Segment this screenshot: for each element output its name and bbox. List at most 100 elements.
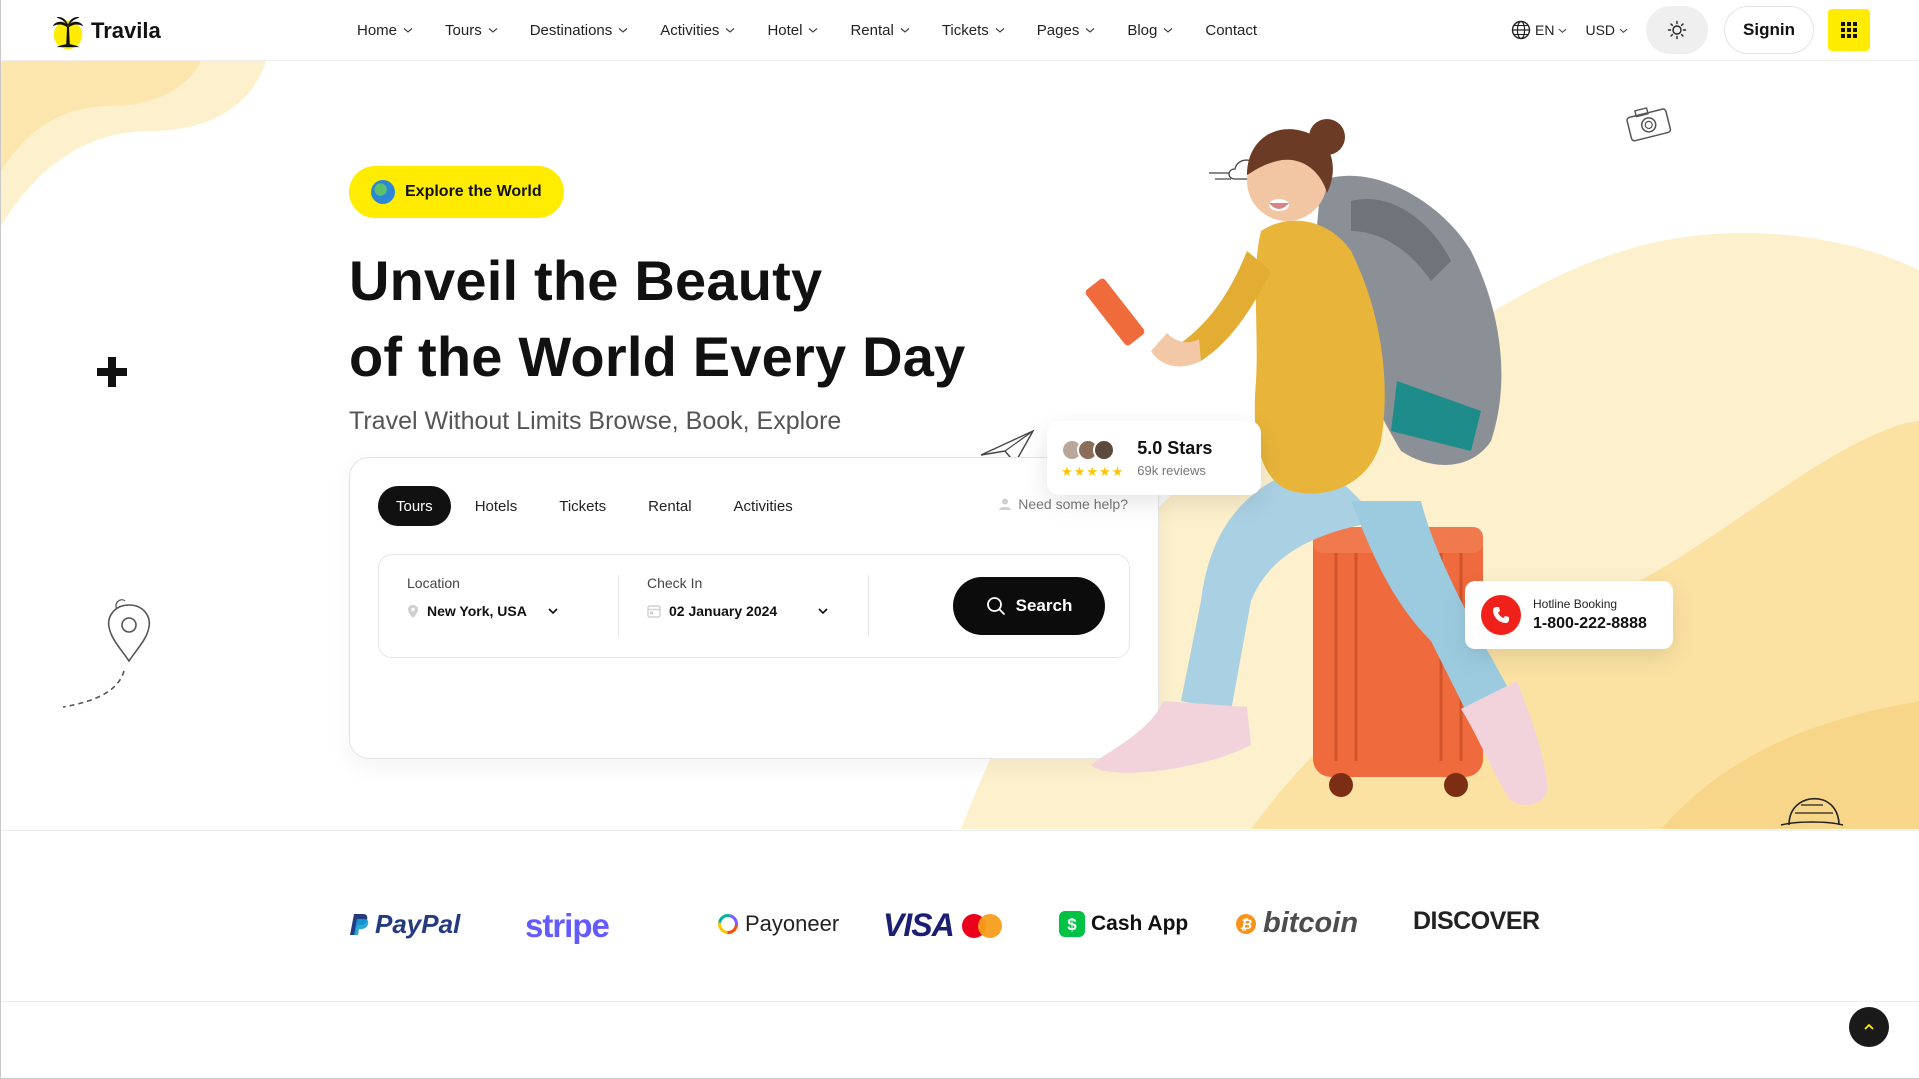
brand-name: Travila [91, 18, 161, 43]
checkin-label: Check In [647, 575, 703, 591]
checkin-value-row: 02 January 2024 [647, 603, 868, 619]
nav-label: Activities [660, 21, 720, 39]
location-value-row: New York, USA [407, 603, 618, 619]
payment-partners: PayPal stripe Payoneer VISA $ Cash App ₿… [1, 830, 1919, 1002]
nav-label: Home [357, 21, 398, 39]
nav-item-destinations[interactable]: Destinations [530, 22, 629, 39]
theme-toggle-button[interactable] [1646, 6, 1709, 54]
nav-item-home[interactable]: Home [357, 22, 413, 39]
calendar-icon [647, 605, 661, 618]
nav-label: Contact [1205, 21, 1258, 39]
svg-text:$: $ [1067, 915, 1077, 934]
nav-label: Pages [1036, 21, 1080, 39]
nav-label: Blog [1127, 21, 1158, 39]
svg-text:₿: ₿ [1240, 916, 1252, 932]
map-pin-icon [62, 599, 151, 708]
phone-glyph [1493, 607, 1509, 623]
currency-selector[interactable]: USD [1585, 22, 1628, 38]
nav-label: Tours [445, 21, 482, 39]
site-header: Travila Home Tours Destinations Activiti… [1, 0, 1919, 61]
camera-icon [1626, 107, 1672, 142]
hotline-text: Hotline Booking 1-800-222-8888 [1533, 597, 1647, 633]
chevron-down-icon [1085, 28, 1095, 33]
phone-icon [1481, 595, 1521, 635]
nav-item-activities[interactable]: Activities [660, 22, 735, 39]
star-icon: ★ [1098, 463, 1111, 479]
star-icon: ★ [1086, 463, 1098, 479]
chevron-up-icon [1864, 1023, 1874, 1030]
user-icon [999, 498, 1012, 510]
hero-title-line-2: of the World Every Day [349, 325, 966, 388]
partner-label: VISA [883, 907, 955, 943]
cashapp-logo: $ Cash App [1059, 911, 1188, 937]
nav-label: Tickets [941, 21, 989, 39]
nav-label: Destinations [529, 21, 613, 39]
chevron-down-icon [1559, 28, 1567, 33]
bitcoin-logo: ₿ bitcoin [1235, 907, 1358, 940]
nav-label: Hotel [767, 21, 803, 39]
tab-rental[interactable]: Rental [630, 486, 709, 526]
tab-tickets[interactable]: Tickets [541, 486, 624, 526]
review-count: 69k reviews [1137, 463, 1206, 478]
review-text: 5.0 Stars 69k reviews [1137, 438, 1212, 478]
nav-item-blog[interactable]: Blog [1127, 22, 1173, 39]
hotline-card[interactable]: Hotline Booking 1-800-222-8888 [1465, 581, 1673, 649]
payoneer-logo: Payoneer [717, 911, 839, 937]
search-tabs: Tours Hotels Tickets Rental Activities [378, 486, 811, 526]
cap-icon [1780, 797, 1844, 826]
mastercard-icon [961, 913, 1002, 938]
back-to-top-button[interactable] [1849, 1007, 1889, 1047]
badge-label: Explore the World [405, 183, 542, 200]
language-selector[interactable]: EN [1511, 20, 1567, 40]
discover-logo: DISCOVER [1413, 907, 1540, 935]
decorative-blob [1, 61, 266, 226]
chevron-down-icon [488, 28, 498, 33]
chevron-down-icon [548, 608, 558, 615]
nav-item-contact[interactable]: Contact [1205, 22, 1257, 39]
chevron-down-icon [618, 28, 628, 33]
nav-label: Rental [850, 21, 894, 39]
chevron-down-icon [809, 28, 818, 33]
main-nav: Home Tours Destinations Activities Hotel… [357, 0, 1257, 60]
chevron-down-icon [818, 608, 828, 615]
chevron-down-icon [726, 28, 735, 33]
search-fields: Location New York, USA Check In 02 Janua… [378, 554, 1130, 658]
location-field[interactable]: Location New York, USA [379, 575, 619, 637]
tab-hotels[interactable]: Hotels [457, 486, 536, 526]
review-card: ★ ★ ★ ★ ★ 5.0 Stars 69k reviews [1047, 421, 1261, 495]
currency-value: USD [1585, 22, 1616, 38]
tab-activities[interactable]: Activities [716, 486, 811, 526]
menu-grid-button[interactable] [1828, 9, 1870, 51]
palm-logo-icon [52, 17, 84, 50]
chevron-down-icon [1163, 28, 1173, 33]
plus-icon [97, 357, 127, 387]
hero-section: Explore the World Unveil the Beauty of t… [1, 61, 1919, 829]
language-value: EN [1535, 22, 1555, 38]
checkin-field[interactable]: Check In 02 January 2024 [619, 575, 869, 637]
hotline-number: 1-800-222-8888 [1533, 615, 1647, 632]
chevron-down-icon [1619, 28, 1628, 33]
search-icon [986, 597, 1005, 615]
logo[interactable]: Travila [49, 12, 161, 50]
hero-subtitle: Travel Without Limits Browse, Book, Expl… [349, 407, 842, 435]
explore-badge[interactable]: Explore the World [349, 166, 564, 218]
search-card: Tours Hotels Tickets Rental Activities N… [349, 457, 1159, 759]
nav-item-tickets[interactable]: Tickets [942, 22, 1005, 39]
tab-tours[interactable]: Tours [378, 486, 451, 526]
star-icon: ★ [1073, 463, 1086, 479]
rating-stars: ★ ★ ★ ★ ★ [1061, 465, 1123, 478]
partner-label: Cash App [1091, 912, 1189, 935]
signin-button[interactable]: Signin [1724, 6, 1814, 54]
nav-item-rental[interactable]: Rental [850, 21, 910, 39]
location-label: Location [407, 575, 460, 591]
reviewer-avatars: ★ ★ ★ ★ ★ [1061, 438, 1123, 478]
nav-item-hotel[interactable]: Hotel [767, 22, 818, 39]
stripe-logo: stripe [525, 907, 610, 944]
paypal-icon [350, 913, 369, 935]
chevron-down-icon [900, 28, 910, 33]
header-actions: EN USD Signin [1511, 6, 1870, 54]
hero-title-line-1: Unveil the Beauty [349, 249, 823, 312]
nav-item-pages[interactable]: Pages [1037, 22, 1096, 39]
visa-mastercard-logo: VISA [883, 907, 1004, 944]
nav-item-tours[interactable]: Tours [445, 22, 498, 39]
